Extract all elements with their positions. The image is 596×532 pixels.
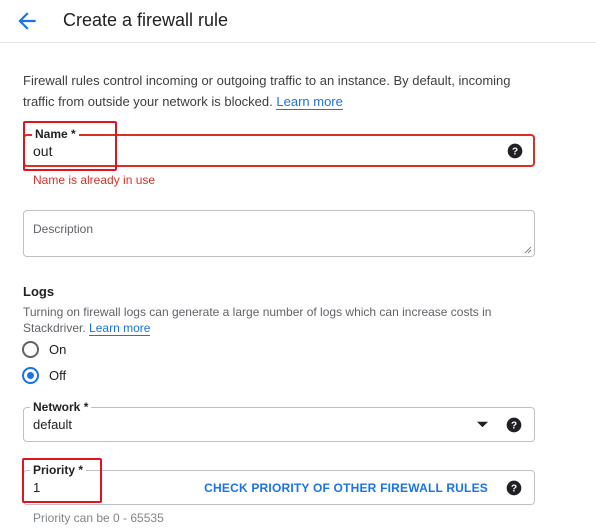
network-label-text: Network bbox=[33, 400, 81, 414]
radio-unchecked-icon[interactable] bbox=[22, 340, 39, 358]
page-header: Create a firewall rule bbox=[0, 0, 596, 43]
check-priority-link[interactable]: CHECK PRIORITY OF OTHER FIREWALL RULES bbox=[204, 481, 488, 495]
page-title: Create a firewall rule bbox=[63, 10, 229, 30]
help-icon[interactable]: ? bbox=[506, 480, 522, 496]
radio-label-off: Off bbox=[49, 367, 67, 383]
name-field-label: Name * bbox=[32, 127, 79, 141]
svg-text:?: ? bbox=[511, 420, 517, 431]
intro-text: Firewall rules control incoming or outgo… bbox=[23, 70, 543, 112]
network-selected-value: default bbox=[33, 417, 73, 432]
required-mark: * bbox=[78, 463, 84, 477]
help-icon[interactable]: ? bbox=[507, 143, 523, 159]
logs-learn-more-link[interactable]: Learn more bbox=[89, 321, 151, 336]
description-field[interactable]: Description bbox=[23, 210, 535, 257]
svg-text:?: ? bbox=[512, 146, 518, 157]
intro-learn-more-link[interactable]: Learn more bbox=[276, 94, 343, 110]
logs-radio-off[interactable]: Off bbox=[22, 365, 142, 385]
priority-field[interactable]: Priority * 1 CHECK PRIORITY OF OTHER FIR… bbox=[23, 463, 535, 505]
name-field[interactable]: Name * out ? bbox=[23, 127, 535, 167]
required-mark: * bbox=[71, 127, 76, 141]
intro-description: Firewall rules control incoming or outgo… bbox=[23, 73, 511, 109]
back-arrow-icon bbox=[18, 12, 36, 30]
name-label-text: Name bbox=[35, 127, 68, 141]
name-input-value[interactable]: out bbox=[33, 143, 52, 159]
radio-checked-icon[interactable] bbox=[22, 366, 39, 384]
priority-label-text: Priority bbox=[33, 463, 76, 477]
required-mark: * bbox=[83, 400, 89, 414]
logs-heading: Logs bbox=[23, 284, 55, 299]
logs-description: Turning on firewall logs can generate a … bbox=[23, 304, 523, 336]
priority-hint: Priority can be 0 - 65535 bbox=[33, 511, 164, 525]
priority-field-label: Priority * bbox=[30, 463, 87, 477]
priority-input-value[interactable]: 1 bbox=[33, 480, 40, 495]
back-button[interactable] bbox=[14, 8, 40, 34]
radio-label-on: On bbox=[49, 341, 67, 357]
svg-text:?: ? bbox=[511, 483, 517, 494]
name-error-message: Name is already in use bbox=[33, 173, 156, 187]
logs-radio-on[interactable]: On bbox=[22, 339, 142, 359]
network-field-label: Network * bbox=[30, 400, 92, 414]
description-placeholder: Description bbox=[33, 222, 94, 236]
network-select[interactable]: Network * default ? bbox=[23, 400, 535, 442]
dropdown-arrow-icon[interactable] bbox=[477, 421, 488, 428]
resize-handle-icon[interactable] bbox=[523, 245, 532, 254]
help-icon[interactable]: ? bbox=[506, 417, 522, 433]
